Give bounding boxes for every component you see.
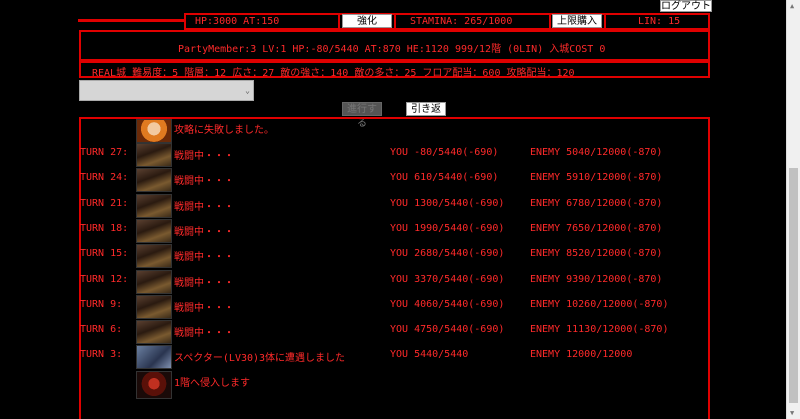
log-row: TURN 3: スペクター(LV30)3体に遭遇しました YOU 5440/5440… (0, 345, 800, 375)
log-header-row: 攻略に失敗しました。 (0, 119, 800, 147)
log-message: 戦闘中・・・ (174, 252, 234, 263)
you-hp: YOU 3370/5440(-690) (390, 274, 505, 285)
log-message: 攻略に失敗しました。 (174, 125, 274, 136)
enemy-hp: ENEMY 9390/12000(-870) (530, 274, 663, 285)
status-divider (338, 13, 340, 30)
log-message: 戦闘中・・・ (174, 328, 234, 339)
party-info: PartyMember:3 LV:1 HP:-80/5440 AT:870 HE… (178, 44, 606, 55)
log-message: 戦闘中・・・ (174, 202, 234, 213)
you-hp: YOU 610/5440(-690) (390, 172, 499, 183)
scroll-up-icon[interactable]: ▲ (790, 2, 794, 10)
turn-label: TURN 27: (80, 147, 129, 158)
battle-portrait (136, 219, 172, 243)
turn-label: TURN 9: (80, 299, 123, 310)
stamina-text: STAMINA: 265/1000 (410, 16, 513, 27)
log-row: TURN 9: 戦闘中・・・ YOU 4060/5440(-690) ENEMY 10… (0, 295, 800, 325)
log-row: TURN 15: 戦闘中・・・ YOU 2680/5440(-690) ENEMY 8… (0, 244, 800, 274)
log-message: 戦闘中・・・ (174, 278, 234, 289)
turn-label: TURN 21: (80, 198, 129, 209)
enemy-hp: ENEMY 12000/12000 (530, 349, 633, 360)
enemy-hp: ENEMY 7650/12000(-870) (530, 223, 663, 234)
dungeon-info: REAL城 難易度：5 階層：12 広さ：27 敵の強さ：140 敵の多さ：25… (92, 68, 575, 79)
hp-at-text: HP:3000 AT:150 (195, 16, 280, 27)
retreat-button[interactable]: 引き返す (406, 102, 446, 129)
log-row: TURN 21: 戦闘中・・・ YOU 1300/5440(-690) ENEMY 6… (0, 194, 800, 224)
battle-portrait (136, 194, 172, 218)
enemy-hp: ENEMY 11130/12000(-870) (530, 324, 669, 335)
log-footer-row: 1階へ侵入します (0, 371, 800, 400)
battle-portrait (136, 168, 172, 192)
log-message: 戦闘中・・・ (174, 176, 234, 187)
log-message: 戦闘中・・・ (174, 151, 234, 162)
battle-portrait (136, 143, 172, 167)
enemy-hp: ENEMY 6780/12000(-870) (530, 198, 663, 209)
you-hp: YOU 4060/5440(-690) (390, 299, 505, 310)
log-message: 戦闘中・・・ (174, 227, 234, 238)
turn-label: TURN 3: (80, 349, 123, 360)
log-row: TURN 12: 戦闘中・・・ YOU 3370/5440(-690) ENEMY 9… (0, 270, 800, 300)
you-hp: YOU -80/5440(-690) (390, 147, 499, 158)
battle-portrait (136, 270, 172, 294)
log-row: TURN 24: 戦闘中・・・ YOU 610/5440(-690) ENEMY 59… (0, 168, 800, 198)
proceed-button[interactable]: 進行する (342, 102, 382, 129)
turn-label: TURN 24: (80, 172, 129, 183)
you-hp: YOU 1300/5440(-690) (390, 198, 505, 209)
status-left-line (78, 19, 184, 22)
log-row: TURN 6: 戦闘中・・・ YOU 4750/5440(-690) ENEMY 11… (0, 320, 800, 350)
scrollbar[interactable]: ▲ ▼ (786, 0, 800, 419)
enemy-hp: ENEMY 5040/12000(-870) (530, 147, 663, 158)
you-hp: YOU 2680/5440(-690) (390, 248, 505, 259)
scroll-down-icon[interactable]: ▼ (790, 409, 794, 417)
status-divider (604, 13, 606, 30)
log-message: スペクター(LV30)3体に遭遇しました (174, 353, 346, 364)
status-divider (394, 13, 396, 30)
leader-portrait (136, 119, 172, 143)
chevron-down-icon: ⌄ (245, 86, 250, 95)
you-hp: YOU 4750/5440(-690) (390, 324, 505, 335)
log-row: TURN 18: 戦闘中・・・ YOU 1990/5440(-690) ENEMY 7… (0, 219, 800, 249)
lin-text: LIN: 15 (638, 16, 681, 27)
battle-portrait (136, 244, 172, 268)
turn-label: TURN 15: (80, 248, 129, 259)
enemy-portrait (136, 345, 172, 369)
battle-portrait (136, 320, 172, 344)
battle-portrait (136, 295, 172, 319)
dungeon-entry-image (136, 371, 172, 399)
enemy-hp: ENEMY 8520/12000(-870) (530, 248, 663, 259)
enhance-button[interactable]: 強化 (342, 14, 392, 28)
logout-button[interactable]: ログアウト (660, 0, 712, 12)
turn-label: TURN 18: (80, 223, 129, 234)
turn-label: TURN 12: (80, 274, 129, 285)
log-message: 戦闘中・・・ (174, 303, 234, 314)
turn-label: TURN 6: (80, 324, 123, 335)
buy-limit-button[interactable]: 上限購入 (552, 14, 602, 28)
you-hp: YOU 5440/5440 (390, 349, 469, 360)
scrollbar-thumb[interactable] (789, 168, 798, 403)
log-row: TURN 27: 戦闘中・・・ YOU -80/5440(-690) ENEMY 50… (0, 143, 800, 173)
log-message: 1階へ侵入します (174, 378, 251, 389)
destination-select[interactable]: ⌄ (79, 80, 254, 101)
status-divider (549, 13, 551, 30)
enemy-hp: ENEMY 10260/12000(-870) (530, 299, 669, 310)
enemy-hp: ENEMY 5910/12000(-870) (530, 172, 663, 183)
you-hp: YOU 1990/5440(-690) (390, 223, 505, 234)
